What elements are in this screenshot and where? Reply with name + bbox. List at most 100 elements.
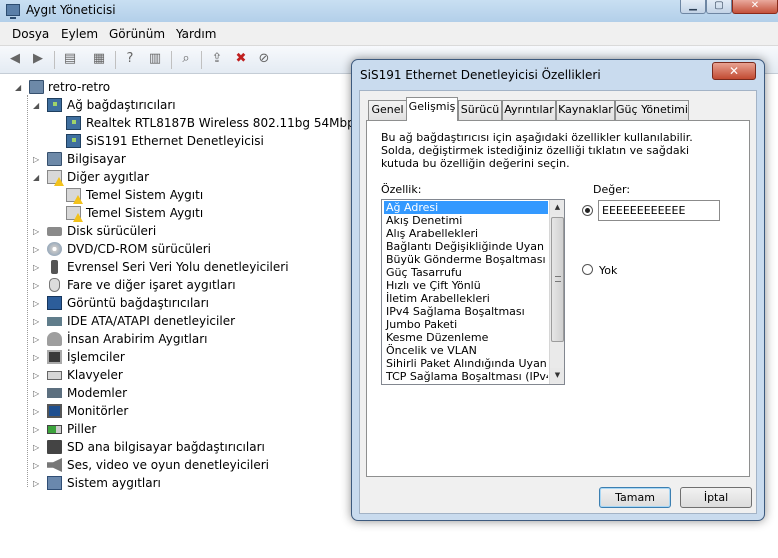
- not-present-radio[interactable]: [582, 264, 593, 275]
- tree-item-device[interactable]: Temel Sistem Aygıtı: [0, 187, 360, 205]
- tree-item-device[interactable]: Realtek RTL8187B Wireless 802.11bg 54Mbp…: [0, 115, 401, 133]
- expand-icon[interactable]: ▷: [33, 155, 42, 164]
- tree-item-device[interactable]: SiS191 Ethernet Denetleyicisi: [0, 133, 360, 151]
- collapse-icon[interactable]: ◢: [33, 173, 42, 182]
- tree-item-label: Evrensel Seri Veri Yolu denetleyicileri: [67, 260, 289, 274]
- disable-icon[interactable]: ⊘: [255, 51, 273, 67]
- tree-item-modems[interactable]: ▷ Modemler: [0, 385, 360, 403]
- forward-icon[interactable]: ▶: [29, 51, 47, 67]
- tab-driver[interactable]: Sürücü: [458, 100, 502, 120]
- tree-item-processors[interactable]: ▷ İşlemciler: [0, 349, 360, 367]
- tab-power-management[interactable]: Güç Yönetimi: [615, 100, 689, 120]
- toolbar-separator: [115, 51, 116, 69]
- tab-advanced[interactable]: Gelişmiş: [406, 97, 458, 121]
- dialog-titlebar[interactable]: SiS191 Ethernet Denetleyicisi Özellikler…: [352, 60, 764, 90]
- property-item-selected[interactable]: Ağ Adresi: [384, 201, 548, 214]
- menu-help[interactable]: Yardım: [176, 27, 216, 41]
- tree-item-sound[interactable]: ▷ Ses, video ve oyun denetleyicileri: [0, 457, 360, 475]
- expand-icon[interactable]: ▷: [33, 443, 42, 452]
- tree-item-network-adapters[interactable]: ◢ Ağ bağdaştırıcıları: [0, 97, 360, 115]
- property-item[interactable]: Büyük Gönderme Boşaltması (IPv4: [384, 253, 548, 266]
- property-item[interactable]: Güç Tasarrufu: [384, 266, 548, 279]
- tree-item-keyboards[interactable]: ▷ Klavyeler: [0, 367, 360, 385]
- grip-icon: [555, 276, 561, 282]
- tree-item-other-devices[interactable]: ◢ Diğer aygıtlar: [0, 169, 360, 187]
- system-device-icon: [47, 476, 62, 490]
- expand-icon[interactable]: ▷: [33, 281, 42, 290]
- ok-button[interactable]: Tamam: [599, 487, 671, 508]
- tree-item-disk-drives[interactable]: ▷ Disk sürücüleri: [0, 223, 360, 241]
- minimize-button[interactable]: ▁: [680, 0, 706, 14]
- help-icon[interactable]: ?: [121, 51, 139, 67]
- collapse-icon[interactable]: ◢: [33, 101, 42, 110]
- tree-item-label: Sistem aygıtları: [67, 476, 161, 490]
- properties-icon[interactable]: ▦: [90, 51, 108, 67]
- console-icon[interactable]: ▥: [146, 51, 164, 67]
- tree-item-root[interactable]: ◢ retro-retro: [0, 79, 360, 97]
- scroll-down-icon[interactable]: ▼: [550, 368, 564, 383]
- menu-view[interactable]: Görünüm: [109, 27, 165, 41]
- expand-icon[interactable]: ▷: [33, 353, 42, 362]
- expand-icon[interactable]: ▷: [33, 227, 42, 236]
- expand-icon[interactable]: ▷: [33, 371, 42, 380]
- menu-file[interactable]: Dosya: [12, 27, 49, 41]
- scan-icon[interactable]: ⌕: [177, 51, 195, 67]
- property-item[interactable]: Öncelik ve VLAN: [384, 344, 548, 357]
- property-item[interactable]: İletim Arabellekleri: [384, 292, 548, 305]
- cancel-button[interactable]: İptal: [680, 487, 752, 508]
- tree-item-device[interactable]: Temel Sistem Aygıtı: [0, 205, 360, 223]
- tree-item-batteries[interactable]: ▷ Piller: [0, 421, 360, 439]
- expand-icon[interactable]: ▷: [33, 245, 42, 254]
- property-listbox[interactable]: Ağ Adresi Akış Denetimi Alış Arabellekle…: [381, 199, 565, 385]
- tab-details[interactable]: Ayrıntılar: [502, 100, 556, 120]
- property-item[interactable]: Jumbo Paketi: [384, 318, 548, 331]
- back-icon[interactable]: ◀: [6, 51, 24, 67]
- property-item[interactable]: Alış Arabellekleri: [384, 227, 548, 240]
- expand-icon[interactable]: ▷: [33, 461, 42, 470]
- expand-icon[interactable]: ▷: [33, 407, 42, 416]
- tree-item-display-adapters[interactable]: ▷ Görüntü bağdaştırıcıları: [0, 295, 360, 313]
- expand-icon[interactable]: ▷: [33, 425, 42, 434]
- tree-item-dvd-drives[interactable]: ▷ DVD/CD-ROM sürücüleri: [0, 241, 360, 259]
- description-text: Bu ağ bağdaştırıcısı için aşağıdaki özel…: [381, 131, 693, 170]
- tree-item-ide-controllers[interactable]: ▷ IDE ATA/ATAPI denetleyiciler: [0, 313, 360, 331]
- property-item[interactable]: IPv4 Sağlama Boşaltması: [384, 305, 548, 318]
- tab-resources[interactable]: Kaynaklar: [556, 100, 615, 120]
- tree-item-sd-host[interactable]: ▷ SD ana bilgisayar bağdaştırıcıları: [0, 439, 360, 457]
- tree-item-mice[interactable]: ▷ Fare ve diğer işaret aygıtları: [0, 277, 360, 295]
- property-item[interactable]: Akış Denetimi: [384, 214, 548, 227]
- update-driver-icon[interactable]: ⇪: [208, 51, 226, 67]
- tab-general[interactable]: Genel: [368, 100, 407, 120]
- expand-icon[interactable]: ▷: [33, 479, 42, 488]
- uninstall-icon[interactable]: ✖: [232, 51, 250, 67]
- tree-item-computer[interactable]: ▷ Bilgisayar: [0, 151, 360, 169]
- close-button[interactable]: ✕: [732, 0, 778, 14]
- tree-item-hid[interactable]: ▷ İnsan Arabirim Aygıtları: [0, 331, 360, 349]
- expand-icon[interactable]: ▷: [33, 317, 42, 326]
- tree-item-monitors[interactable]: ▷ Monitörler: [0, 403, 360, 421]
- collapse-icon[interactable]: ◢: [15, 83, 24, 92]
- property-item[interactable]: Bağlantı Değişikliğinde Uyan: [384, 240, 548, 253]
- expand-icon[interactable]: ▷: [33, 335, 42, 344]
- scroll-up-icon[interactable]: ▲: [550, 200, 564, 215]
- monitor-icon: [47, 404, 62, 418]
- menu-action[interactable]: Eylem: [61, 27, 98, 41]
- ide-controller-icon: [47, 317, 62, 326]
- value-radio[interactable]: [582, 205, 593, 216]
- property-item[interactable]: Kesme Düzenleme: [384, 331, 548, 344]
- maximize-button[interactable]: ▢: [706, 0, 732, 14]
- value-input[interactable]: [598, 200, 720, 221]
- tree-item-label: DVD/CD-ROM sürücüleri: [67, 242, 212, 256]
- expand-icon[interactable]: ▷: [33, 299, 42, 308]
- property-item[interactable]: TCP Sağlama Boşaltması (IPv4): [384, 370, 548, 383]
- up-icon[interactable]: ▤: [61, 51, 79, 67]
- scrollbar-thumb[interactable]: [551, 217, 564, 342]
- expand-icon[interactable]: ▷: [33, 389, 42, 398]
- tree-item-usb-controllers[interactable]: ▷ Evrensel Seri Veri Yolu denetleyiciler…: [0, 259, 360, 277]
- tree-item-system-devices[interactable]: ▷ Sistem aygıtları: [0, 475, 360, 493]
- expand-icon[interactable]: ▷: [33, 263, 42, 272]
- property-scrollbar[interactable]: ▲ ▼: [549, 200, 564, 384]
- property-item[interactable]: Hızlı ve Çift Yönlü: [384, 279, 548, 292]
- property-item[interactable]: Sihirli Paket Alındığında Uyan: [384, 357, 548, 370]
- dialog-close-button[interactable]: ✕: [712, 62, 756, 80]
